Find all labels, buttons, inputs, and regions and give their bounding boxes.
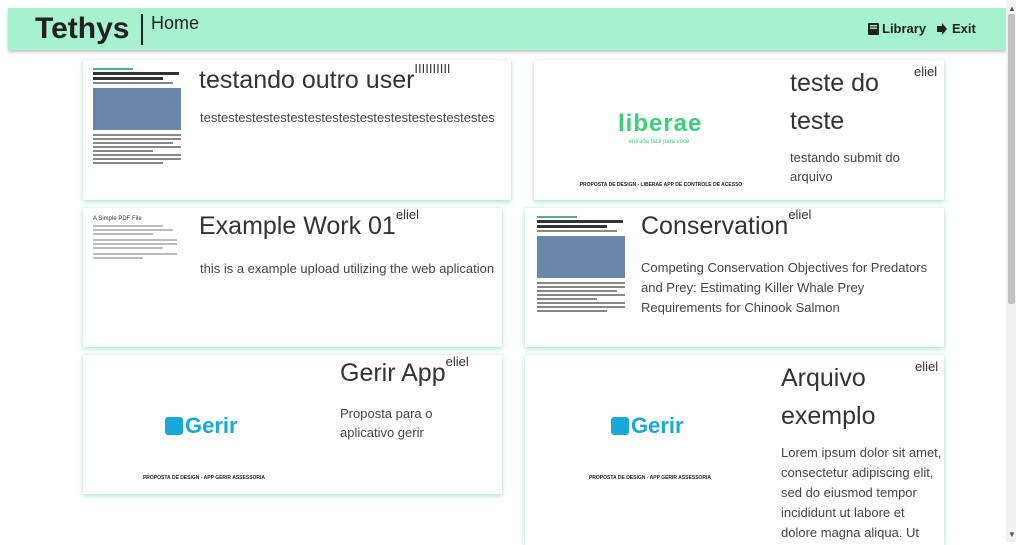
card-description: Competing Conservation Objectives for Pr… (641, 260, 928, 315)
work-card[interactable]: Gerir PROPOSTA DE DESIGN - APP GERIR ASS… (525, 355, 944, 545)
sign-out-icon (937, 23, 947, 35)
card-title[interactable]: teste do teste (790, 64, 890, 140)
thumbnail-liberae[interactable]: liberae entrada fácil para você PROPOSTA… (542, 64, 780, 198)
card-user: eliel (788, 208, 812, 222)
library-link[interactable]: Library (868, 21, 926, 36)
work-card[interactable]: A Simple PDF File Example Work 01eliel t… (83, 208, 502, 347)
page-title: Home (151, 13, 200, 33)
work-card[interactable]: liberae entrada fácil para você PROPOSTA… (534, 60, 944, 200)
thumbnail-gerir[interactable]: Gerir PROPOSTA DE DESIGN - APP GERIR ASS… (533, 359, 767, 489)
thumbnail-gerir[interactable]: Gerir PROPOSTA DE DESIGN - APP GERIR ASS… (89, 359, 319, 489)
thumbnail-heading: A Simple PDF File (93, 216, 142, 222)
scroll-down-icon[interactable]: ▼ (1008, 530, 1016, 539)
work-card[interactable]: Conservationeliel Competing Conservation… (525, 208, 944, 347)
liberae-logo: liberae (618, 110, 703, 137)
card-user: eliel (914, 64, 938, 79)
card-user: eliel (395, 208, 419, 222)
thumbnail-caption: PROPOSTA DE DESIGN - LIBERAE APP DE CONT… (579, 182, 743, 188)
card-user: IIIIIIIIII (414, 61, 451, 76)
gerir-logo: Gerir (165, 413, 238, 439)
card-description: this is a example upload utilizing the w… (200, 261, 495, 276)
gerir-logo-mark (165, 417, 183, 435)
card-title[interactable]: Conservationeliel (641, 208, 811, 244)
top-navbar: Tethys Home Library Exit (8, 8, 1006, 50)
card-title[interactable]: Arquivo exemplo (781, 359, 901, 435)
exit-link[interactable]: Exit (936, 21, 976, 36)
scrollbar-thumb[interactable] (1008, 14, 1015, 304)
scroll-up-icon[interactable]: ▲ (1008, 4, 1016, 13)
work-card[interactable]: Gerir PROPOSTA DE DESIGN - APP GERIR ASS… (83, 355, 502, 494)
thumbnail-simple-pdf[interactable]: A Simple PDF File (89, 212, 185, 342)
library-label: Library (882, 21, 927, 36)
card-user: eliel (915, 359, 939, 374)
brand-logo[interactable]: Tethys (35, 12, 129, 46)
exit-label: Exit (952, 21, 976, 36)
gerir-logo: Gerir (611, 413, 684, 439)
thumbnail-paper[interactable] (89, 64, 185, 194)
book-icon (868, 23, 879, 35)
thumbnail-caption: PROPOSTA DE DESIGN - APP GERIR ASSESSORI… (588, 475, 712, 481)
thumbnail-caption: PROPOSTA DE DESIGN - APP GERIR ASSESSORI… (142, 475, 266, 481)
gerir-logo-mark (611, 417, 629, 435)
card-description: Proposta para o aplicativo gerir (340, 406, 433, 440)
card-title[interactable]: testando outro userIIIIIIIIII (199, 61, 451, 98)
liberae-tagline: entrada fácil para você (628, 139, 690, 145)
thumbnail-paper[interactable] (533, 212, 629, 343)
card-description: Lorem ipsum dolor sit amet, consectetur … (781, 445, 942, 540)
card-description: testando submit do arquivo (790, 150, 900, 184)
card-title[interactable]: Example Work 01eliel (199, 208, 419, 244)
brand-divider (141, 14, 143, 45)
work-card[interactable]: testando outro userIIIIIIIIII testestest… (83, 60, 511, 200)
card-title[interactable]: Gerir Appeliel (340, 355, 469, 391)
card-description: testestestestestestestestestestestestest… (200, 110, 495, 125)
card-user: eliel (445, 355, 469, 369)
